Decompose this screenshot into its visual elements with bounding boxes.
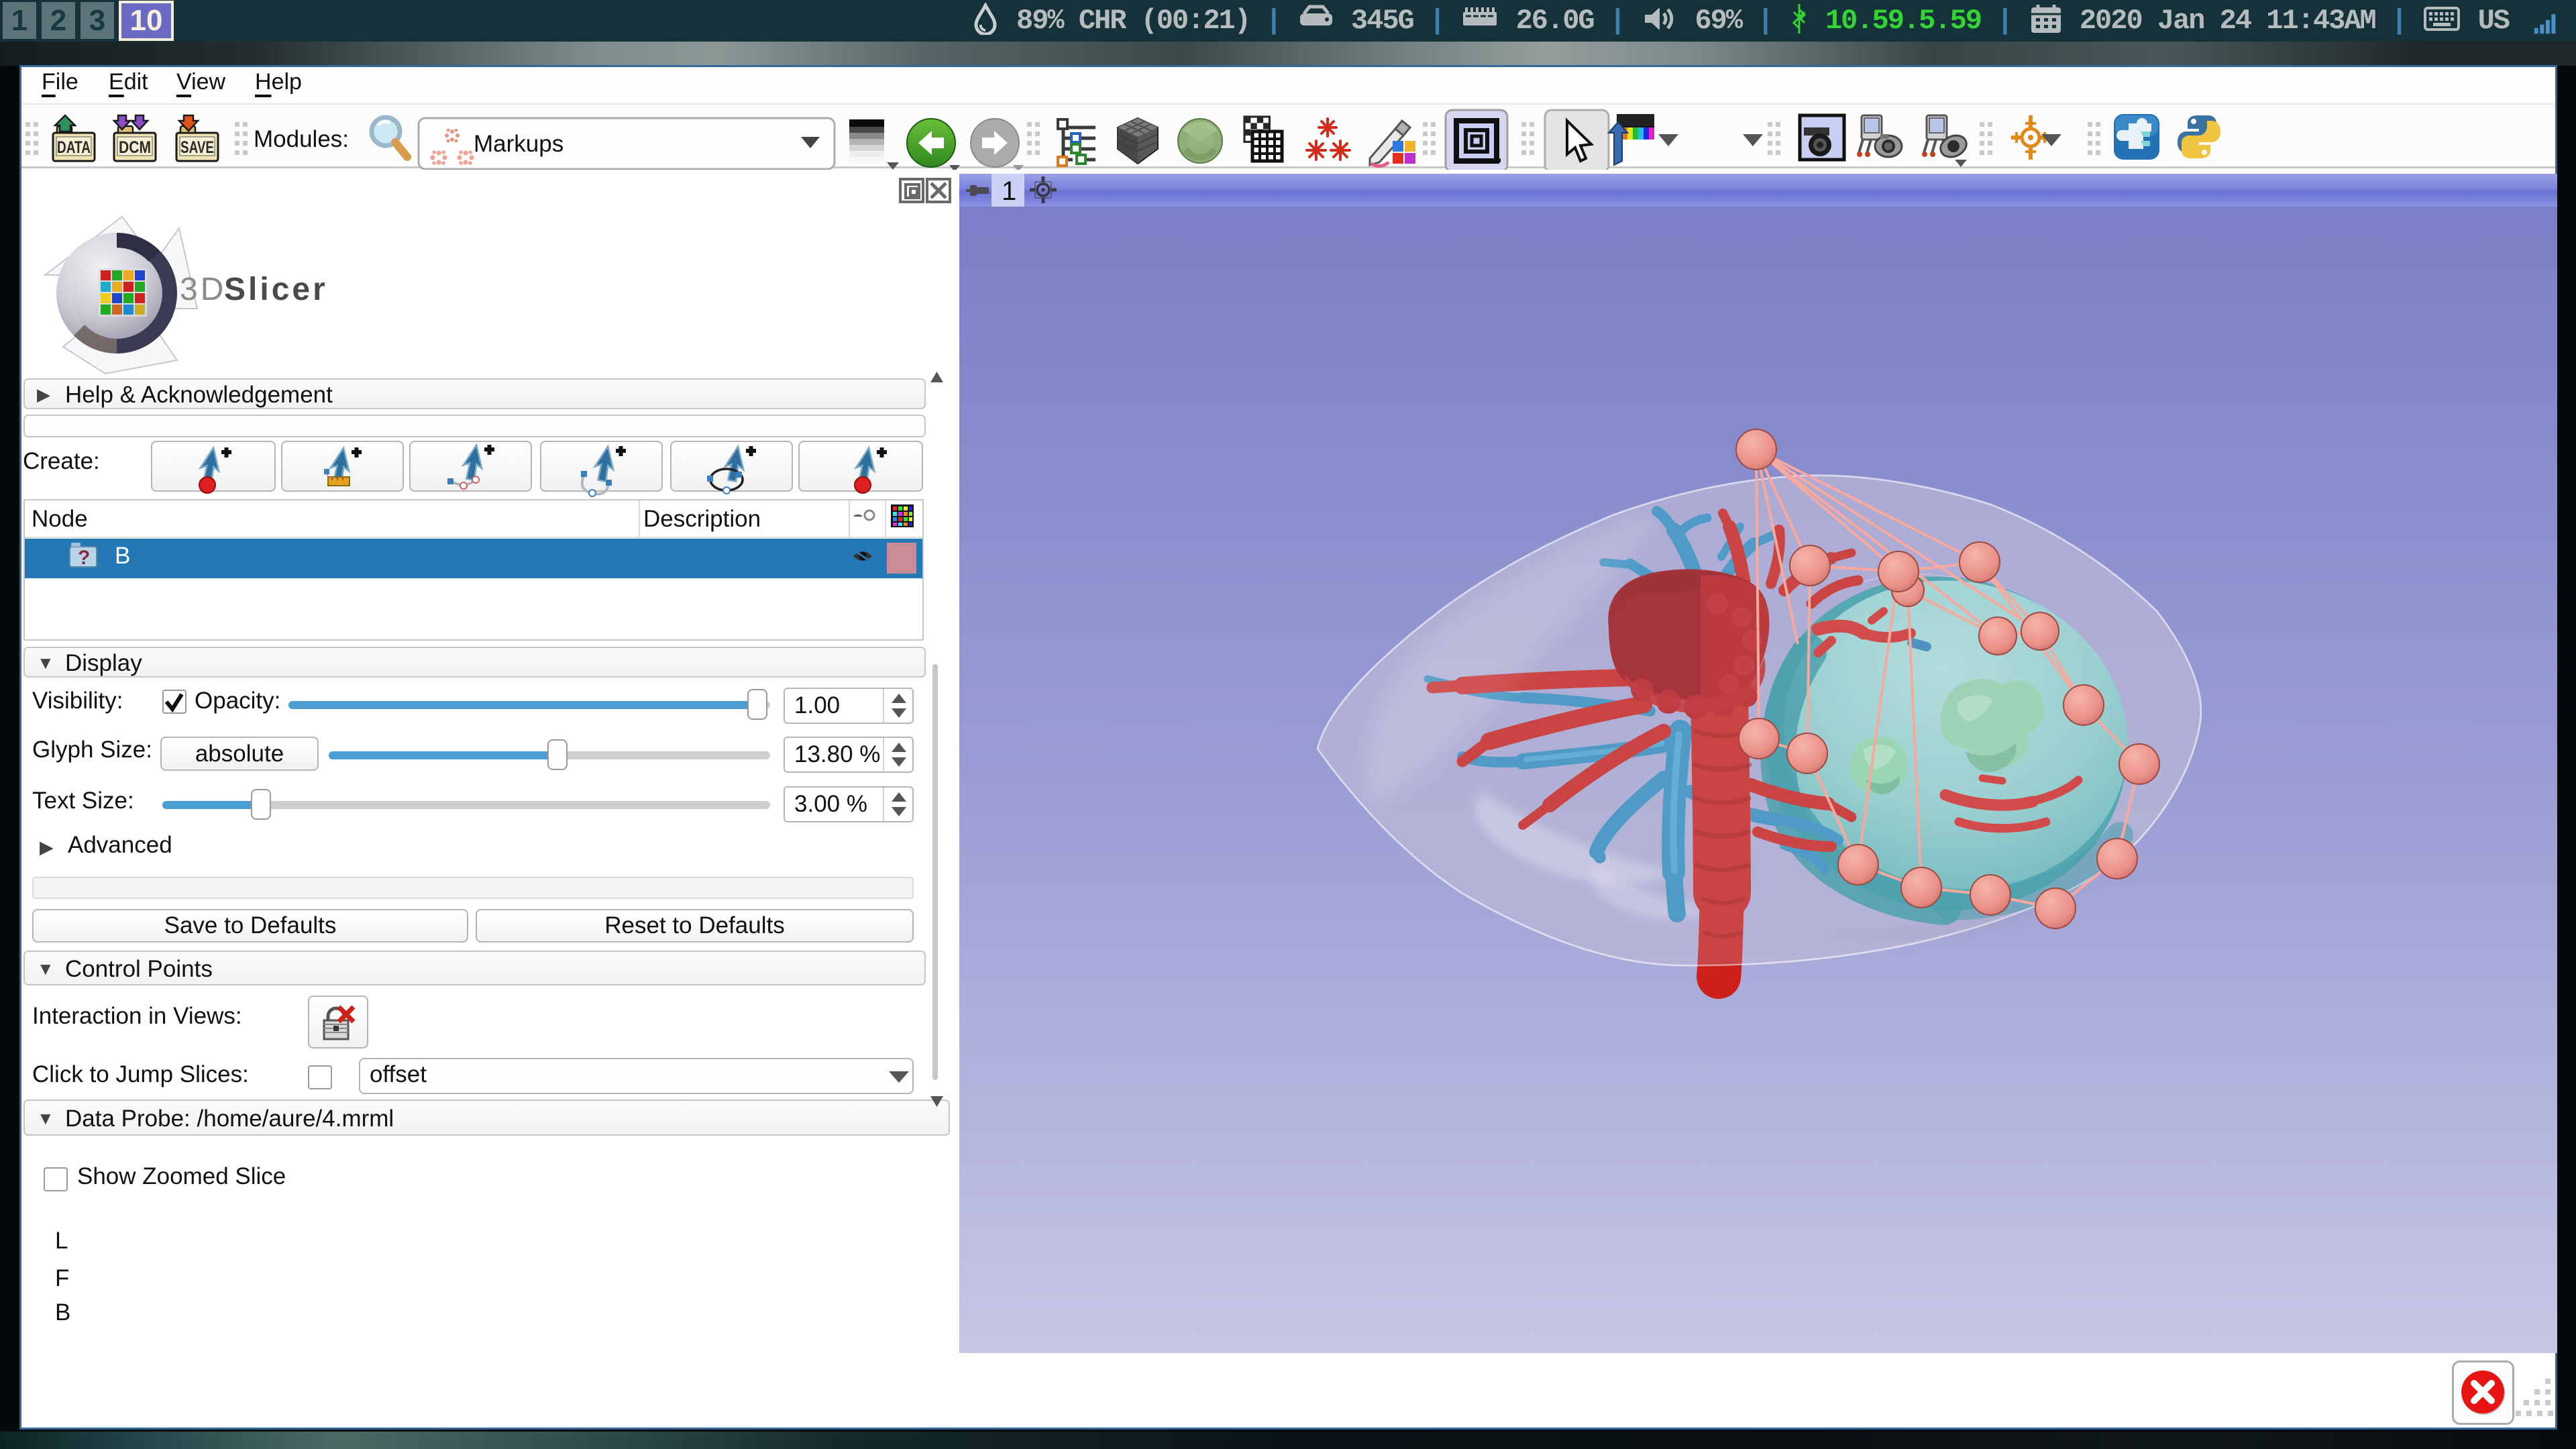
svg-text:1: 1 [1002, 176, 1016, 206]
svg-text:Modules:: Modules: [254, 126, 349, 152]
svg-text:3D: 3D [180, 272, 226, 307]
svg-text:Slicer: Slicer [224, 272, 328, 307]
svg-text:SAVE: SAVE [180, 138, 214, 157]
svg-text:?: ? [78, 547, 90, 569]
svg-text:DCM: DCM [119, 138, 151, 157]
svg-text:DATA: DATA [57, 138, 91, 157]
svg-text:Markups: Markups [474, 131, 564, 157]
